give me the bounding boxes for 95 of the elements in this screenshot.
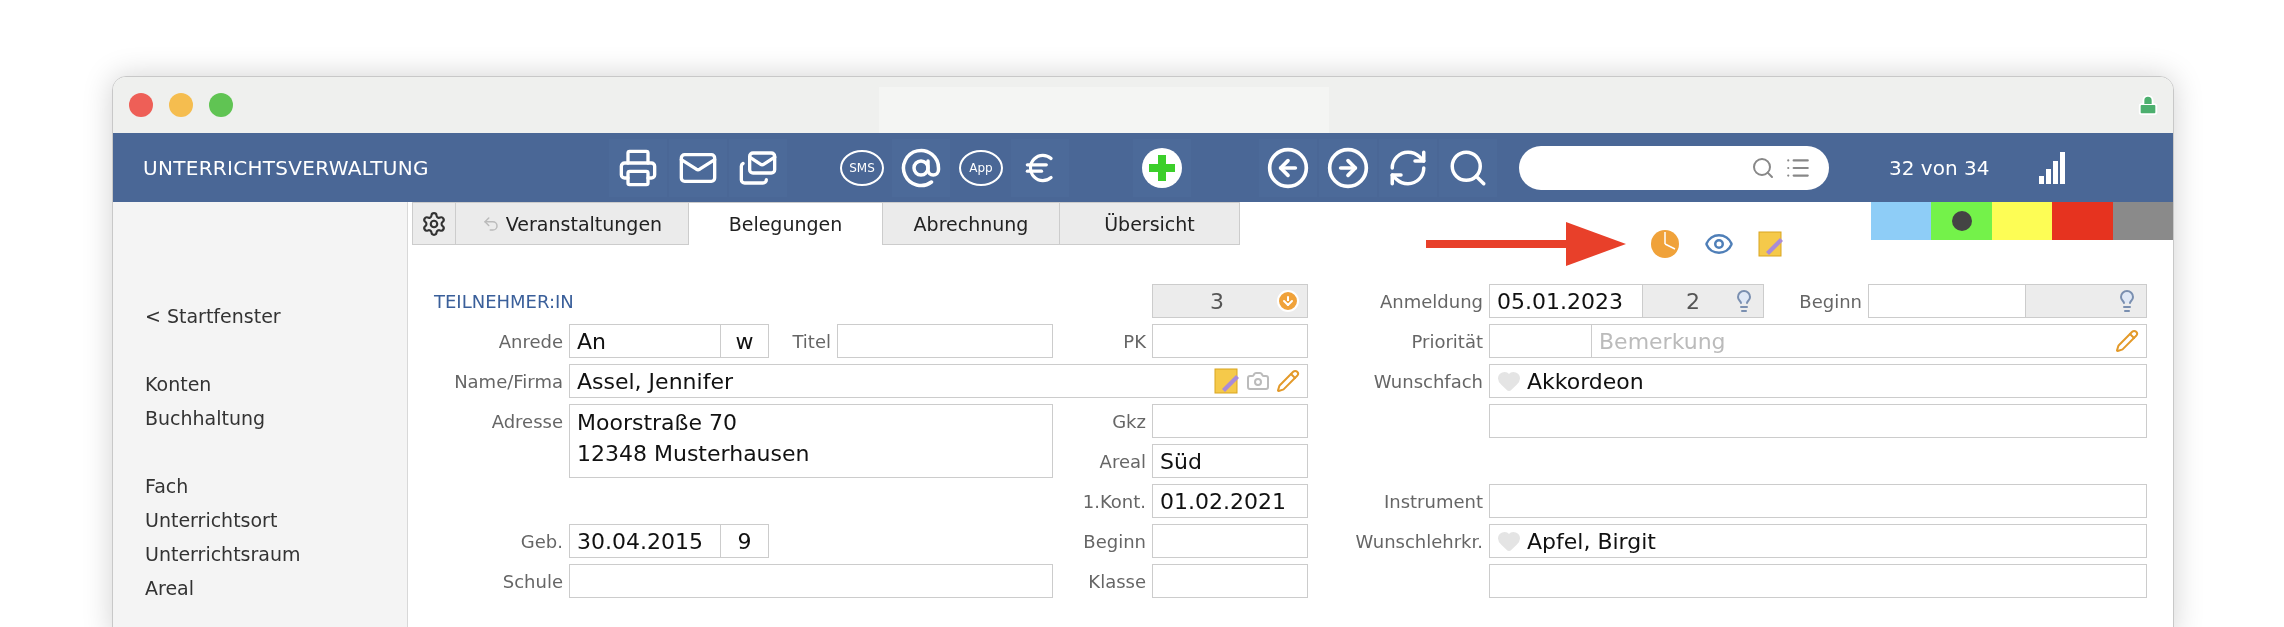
input-field[interactable]: Apfel, Birgit [1489, 524, 2147, 558]
input-field[interactable] [1152, 324, 1308, 358]
address-line: 12348 Musterhausen [577, 440, 810, 468]
input-field[interactable] [1152, 564, 1308, 598]
field-label: Anrede [497, 330, 564, 352]
sidebar-link[interactable]: < Startfenster [145, 299, 407, 333]
note-icon[interactable] [1214, 367, 1240, 395]
arrow-left-icon [1266, 145, 1310, 190]
record-counter: 32 von 34 [1889, 155, 1991, 180]
field-label: Gkz [1111, 410, 1147, 432]
plus-icon [1140, 145, 1184, 190]
field-label: Beginn [1798, 290, 1863, 312]
input-field[interactable] [1868, 284, 2026, 318]
input-field[interactable]: An [569, 324, 721, 358]
tab[interactable]: Übersicht [1059, 202, 1240, 245]
field-value: Akkordeon [1527, 368, 1644, 394]
input-field[interactable]: 2 [1642, 284, 1764, 318]
field-label: Adresse [490, 410, 564, 432]
undo-icon[interactable] [481, 214, 500, 233]
settings-button[interactable] [412, 202, 456, 245]
maximize-button[interactable] [209, 93, 233, 117]
search-icon [1751, 155, 1775, 180]
input-field[interactable] [1489, 564, 2147, 598]
input-field[interactable]: Assel, Jennifer [569, 364, 1308, 398]
input-field[interactable]: 01.02.2021 [1152, 484, 1308, 518]
printer-icon [618, 147, 658, 188]
input-field[interactable]: 30.04.2015 [569, 524, 721, 558]
address-line: Moorstraße 70 [577, 409, 737, 437]
input-field[interactable]: w [720, 324, 769, 358]
input-field[interactable]: Akkordeon [1489, 364, 2147, 398]
arrow-right-icon [1326, 145, 1370, 190]
at-sign-icon [900, 146, 942, 189]
input-field[interactable]: Süd [1152, 444, 1308, 478]
sidebar-link[interactable]: Konten [145, 367, 407, 401]
heart-icon[interactable] [1497, 529, 1521, 553]
app-title: UNTERRICHTSVERWALTUNG [143, 155, 430, 180]
tab[interactable]: Abrechnung [882, 202, 1060, 245]
heart-icon[interactable] [1497, 369, 1521, 393]
input-field[interactable]: 05.01.2023 [1489, 284, 1643, 318]
field-label: Instrument [1382, 490, 1484, 512]
sidebar-link[interactable]: Buchhaltung [145, 401, 407, 435]
input-field[interactable] [1489, 404, 2147, 438]
field-label: Anmeldung [1379, 290, 1484, 312]
field-label: Wunschfach [1372, 370, 1484, 392]
input-field[interactable] [2025, 284, 2147, 318]
color-tag[interactable] [2112, 202, 2173, 240]
count-value: 3 [1210, 288, 1224, 314]
field-label: Klasse [1087, 570, 1147, 592]
field-label: Wunschlehrkr. [1354, 530, 1484, 552]
sidebar-link[interactable]: Unterrichtsraum [145, 537, 407, 571]
field-label: Schule [501, 570, 564, 592]
input-field[interactable]: 3 [1152, 284, 1308, 318]
color-tag[interactable] [1991, 202, 2053, 240]
sidebar-link[interactable]: Fach [145, 469, 407, 503]
color-tag[interactable] [1871, 202, 1932, 240]
field-label: Geb. [519, 530, 564, 552]
signal-icon [2039, 151, 2065, 184]
color-tag[interactable] [2052, 202, 2113, 240]
field-label: Areal [1098, 450, 1147, 472]
note-icon[interactable] [1758, 230, 1784, 258]
lock-icon [2137, 94, 2159, 116]
field-label: Titel [791, 330, 832, 352]
arrow-down-icon[interactable] [1276, 289, 1300, 313]
app-button[interactable]: App [959, 149, 1003, 186]
count-value: 2 [1686, 288, 1700, 314]
field-label: Name/Firma [453, 370, 564, 392]
field-label: Beginn [1082, 530, 1147, 552]
sidebar-link[interactable]: Unterrichtsort [145, 503, 407, 537]
input-field[interactable] [1489, 324, 1592, 358]
input-field[interactable] [569, 564, 1053, 598]
settings-icon [421, 210, 447, 237]
pencil-icon[interactable] [1276, 369, 1300, 393]
field-value: Assel, Jennifer [577, 368, 733, 394]
field-value: Apfel, Birgit [1527, 528, 1656, 554]
field-label: 1.Kont. [1081, 490, 1147, 512]
section-heading: TEILNEHMER:IN [433, 290, 575, 312]
placeholder-text: Bemerkung [1599, 328, 1726, 354]
search-field[interactable] [1519, 145, 1829, 190]
input-field[interactable] [1152, 404, 1308, 438]
color-tag[interactable] [1931, 202, 1992, 240]
sidebar-link[interactable]: Areal [145, 571, 407, 605]
sms-button[interactable]: SMS [840, 149, 884, 186]
minimize-button[interactable] [169, 93, 193, 117]
tab[interactable]: Veranstaltungen [455, 202, 689, 245]
address-field[interactable]: Moorstraße 70 12348 Musterhausen [569, 404, 1053, 478]
input-field[interactable] [837, 324, 1053, 358]
close-button[interactable] [129, 93, 153, 117]
input-field[interactable] [1489, 484, 2147, 518]
field-label: Priorität [1410, 330, 1484, 352]
camera-icon[interactable] [1246, 369, 1270, 393]
pencil-icon[interactable] [2115, 329, 2139, 353]
input-field[interactable]: 9 [720, 524, 769, 558]
field-label: PK [1122, 330, 1147, 352]
input-field[interactable] [1152, 524, 1308, 558]
selected-dot [1951, 211, 1972, 231]
